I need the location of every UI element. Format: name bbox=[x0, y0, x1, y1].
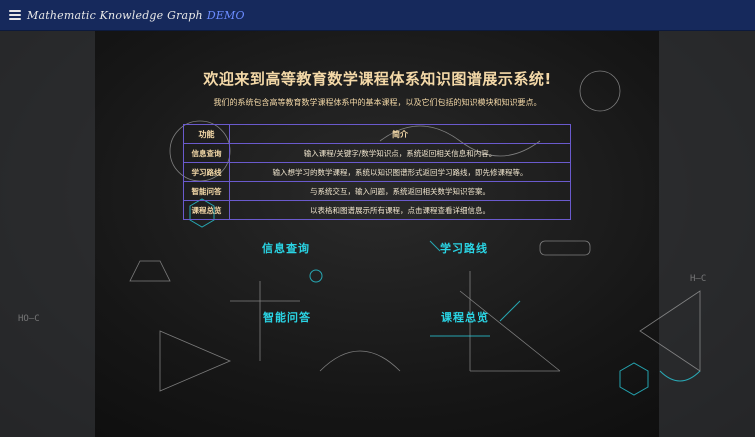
svg-text:HO—C: HO—C bbox=[18, 314, 40, 324]
header-function: 功能 bbox=[183, 124, 230, 144]
top-navbar: Mathematic Knowledge Graph DEMO bbox=[0, 0, 755, 31]
function-cell: 学习路线 bbox=[183, 162, 230, 182]
welcome-subtitle: 我们的系统包含高等教育数学课程体系中的基本课程，以及它们包括的知识模块和知识要点… bbox=[213, 98, 542, 107]
brand-name: Mathematic Knowledge Graph bbox=[27, 8, 203, 22]
module-link-info-query[interactable]: 信息查询 bbox=[262, 240, 310, 256]
svg-text:H—C: H—C bbox=[690, 274, 706, 284]
demo-badge: DEMO bbox=[206, 8, 245, 22]
brand-title[interactable]: Mathematic Knowledge Graph DEMO bbox=[27, 9, 245, 22]
features-table: 功能 简介 信息查询 输入课程/关键字/数学知识点，系统返回相关信息和内容。 学… bbox=[183, 124, 571, 220]
function-cell: 课程总览 bbox=[183, 200, 230, 220]
table-row: 智能问答 与系统交互，输入问题，系统返回相关数学知识答案。 bbox=[183, 181, 571, 201]
module-link-smart-qa[interactable]: 智能问答 bbox=[263, 309, 311, 325]
description-cell: 与系统交互，输入问题，系统返回相关数学知识答案。 bbox=[229, 181, 571, 201]
table-row: 课程总览 以表格和图谱展示所有课程，点击课程查看详细信息。 bbox=[183, 200, 571, 220]
table-row: 学习路线 输入想学习的数学课程，系统以知识图谱形式返回学习路线，即先修课程等。 bbox=[183, 162, 571, 182]
module-link-course-overview[interactable]: 课程总览 bbox=[441, 309, 489, 325]
function-cell: 信息查询 bbox=[183, 143, 230, 163]
function-cell: 智能问答 bbox=[183, 181, 230, 201]
welcome-title: 欢迎来到高等教育数学课程体系知识图谱展示系统! bbox=[203, 70, 552, 88]
chalk-decoration: HO—C H—C bbox=[18, 70, 706, 396]
description-cell: 以表格和图谱展示所有课程，点击课程查看详细信息。 bbox=[229, 200, 571, 220]
table-header-row: 功能 简介 bbox=[183, 124, 571, 144]
chalkboard-background: HO—C H—C 欢迎来到高等教育数学课程体系知识图谱展示系统! 我们的系统包含… bbox=[0, 31, 755, 437]
module-link-learning-path[interactable]: 学习路线 bbox=[440, 240, 488, 256]
description-cell: 输入想学习的数学课程，系统以知识图谱形式返回学习路线，即先修课程等。 bbox=[229, 162, 571, 182]
description-cell: 输入课程/关键字/数学知识点，系统返回相关信息和内容。 bbox=[229, 143, 571, 163]
header-description: 简介 bbox=[229, 124, 571, 144]
table-row: 信息查询 输入课程/关键字/数学知识点，系统返回相关信息和内容。 bbox=[183, 143, 571, 163]
hamburger-menu-icon[interactable] bbox=[9, 10, 21, 20]
